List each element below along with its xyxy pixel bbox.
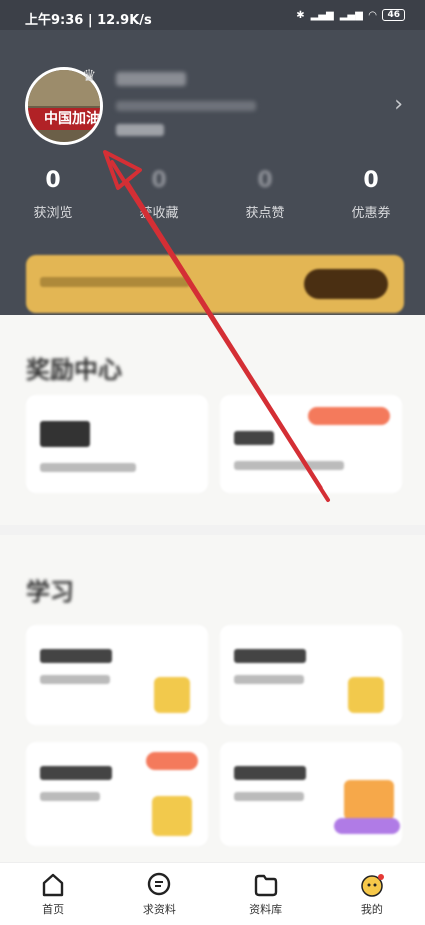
annotation-arrow (103, 150, 330, 502)
bottom-nav: 首页 求资料 资料库 我的 (0, 862, 425, 925)
chat-icon (148, 872, 171, 896)
nav-mine[interactable]: 我的 (319, 863, 425, 925)
nav-library[interactable]: 资料库 (213, 863, 319, 925)
home-icon (42, 873, 64, 897)
folder-icon (254, 874, 277, 897)
nav-label: 首页 (42, 903, 65, 916)
nav-home[interactable]: 首页 (0, 863, 106, 925)
nav-label: 求资料 (142, 903, 176, 916)
nav-label: 我的 (360, 903, 383, 916)
nav-request[interactable]: 求资料 (106, 863, 212, 925)
avatar-icon (361, 874, 384, 897)
nav-label: 资料库 (249, 903, 283, 916)
